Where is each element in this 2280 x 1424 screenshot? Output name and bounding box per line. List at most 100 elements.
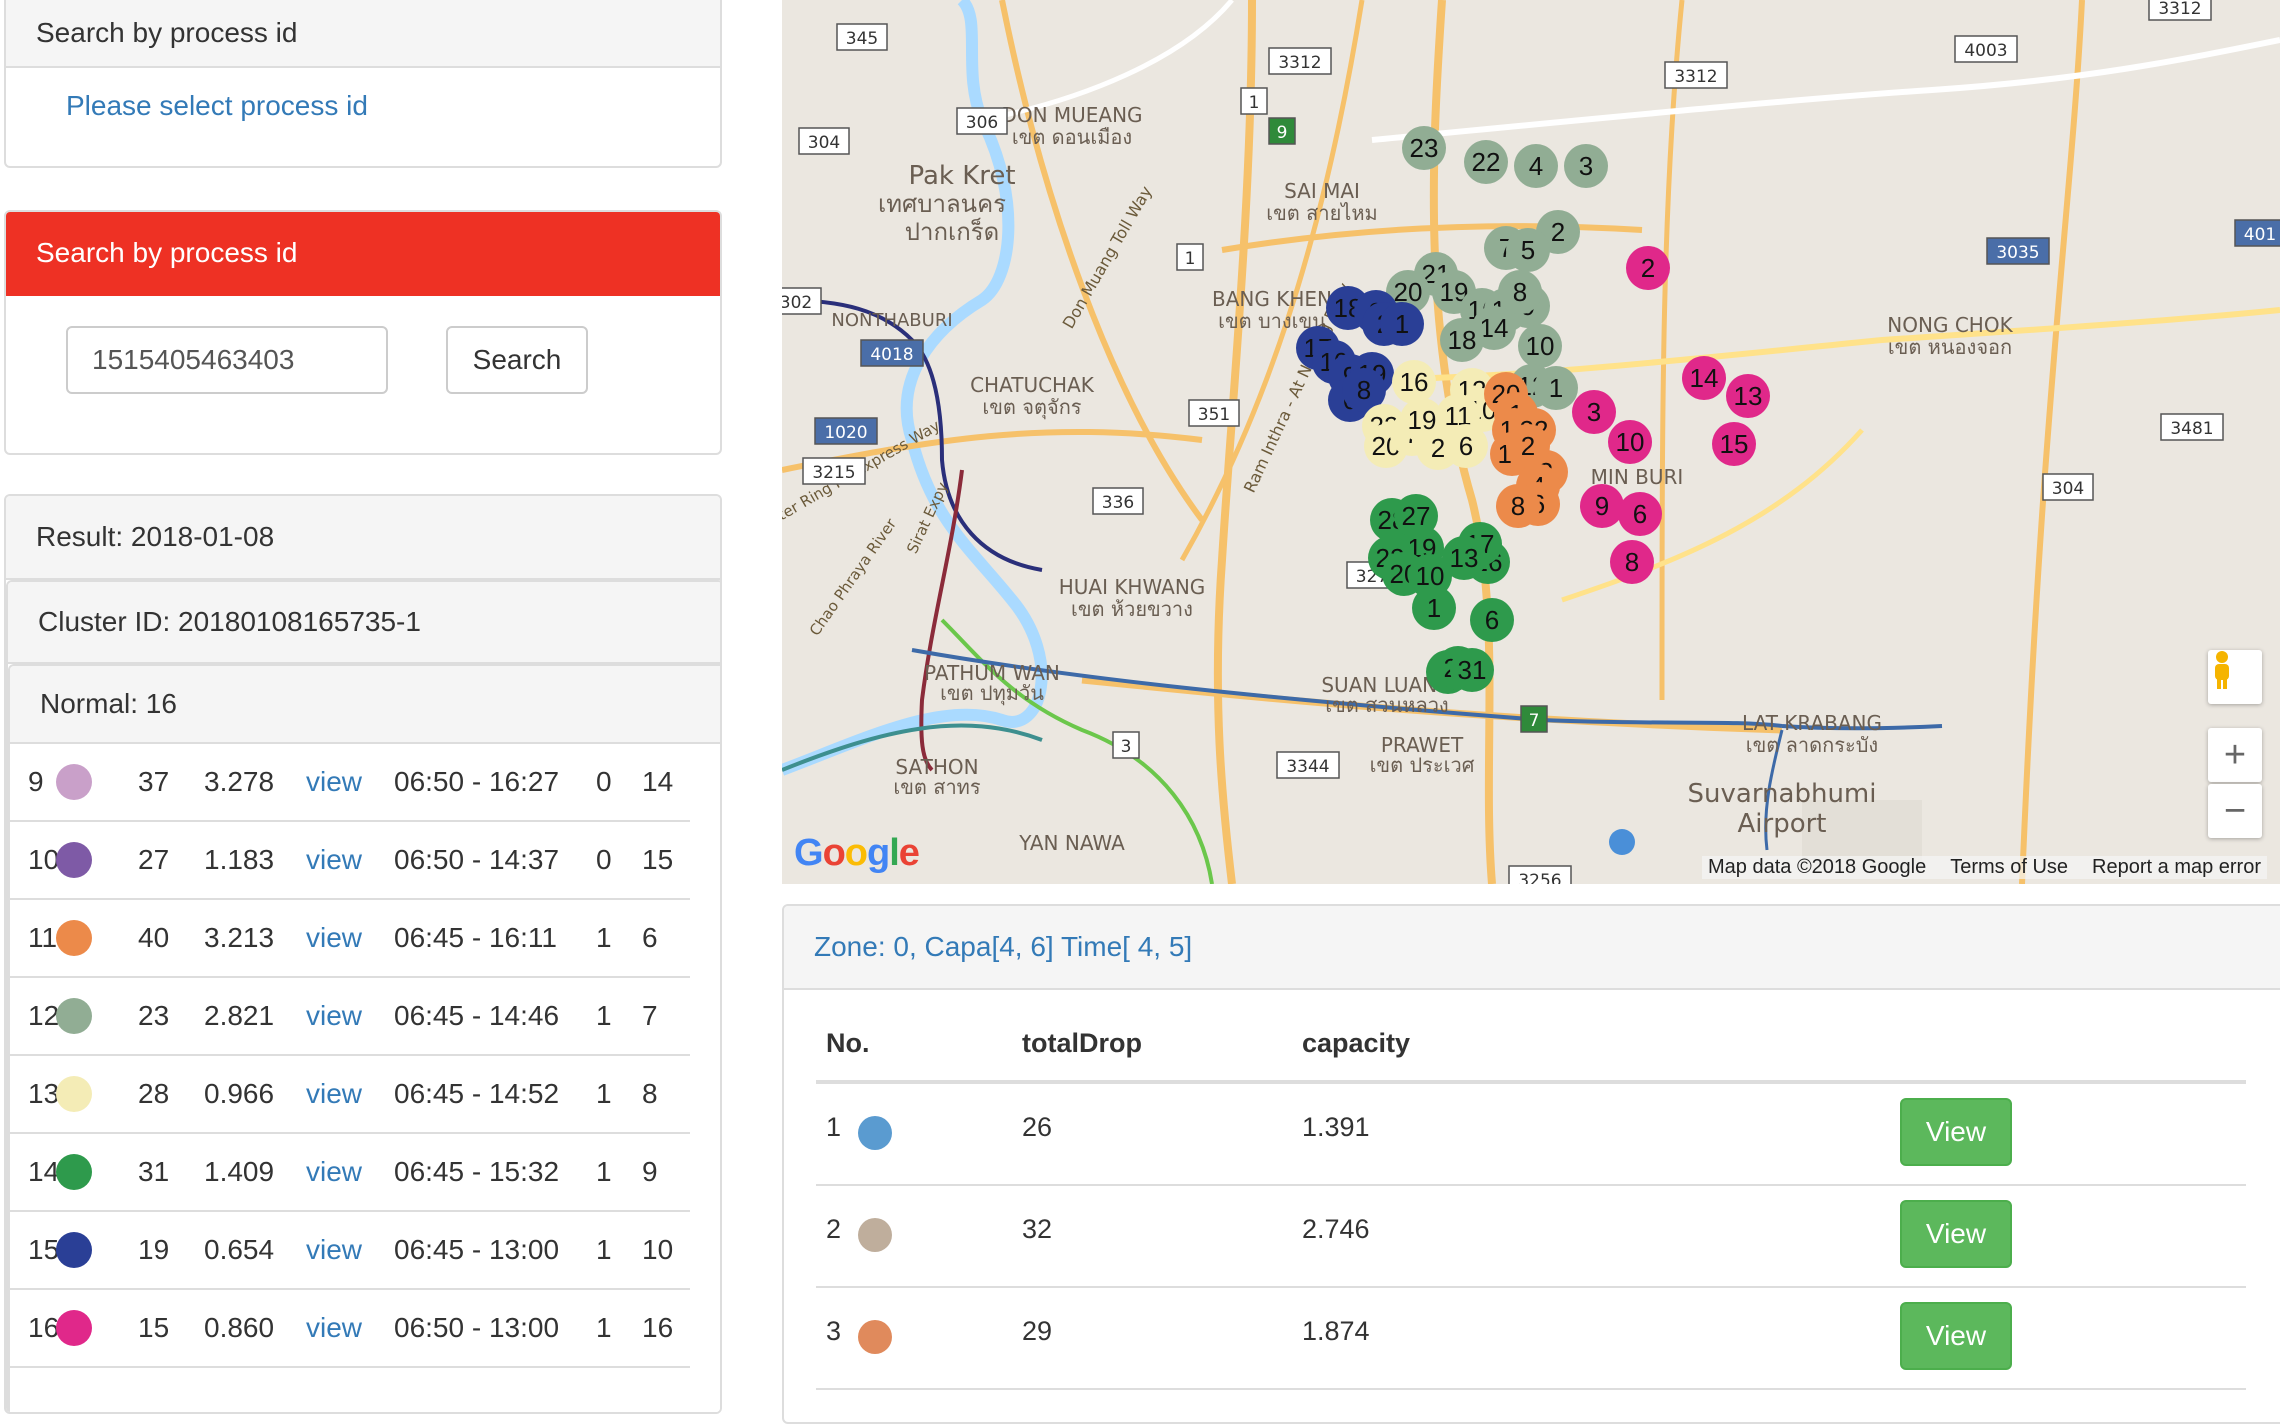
view-button[interactable]: View [1900, 1302, 2012, 1370]
cluster-stop-marker[interactable]: 10 [1608, 420, 1652, 464]
svg-text:3481: 3481 [2170, 419, 2213, 439]
view-link[interactable]: view [306, 1312, 362, 1344]
svg-text:13: 13 [1450, 543, 1479, 573]
cluster-stop-marker[interactable]: 19 [1400, 398, 1444, 442]
svg-text:10: 10 [1616, 427, 1645, 457]
view-link[interactable]: view [306, 766, 362, 798]
cluster-stop-marker[interactable]: 13 [1726, 374, 1770, 418]
row-color-dot [858, 1218, 892, 1252]
route-number: 7 [642, 1000, 658, 1031]
cluster-stop-marker[interactable]: 31 [1450, 648, 1494, 692]
svg-text:1: 1 [1249, 93, 1260, 113]
zoom-in-button[interactable]: + [2208, 728, 2262, 782]
search-button[interactable]: Search [446, 326, 588, 394]
cluster-stop-marker[interactable]: 5 [1506, 228, 1550, 272]
svg-text:401: 401 [2244, 225, 2276, 245]
cluster-stop-marker[interactable]: 8 [1498, 270, 1542, 314]
normal-panel: Normal: 16 9 37 3.278 view 06:50 - 16:27… [8, 664, 720, 1412]
cluster-stop-marker[interactable]: 15 [1712, 422, 1756, 466]
process-search-title: Search by process id [6, 0, 720, 68]
cluster-stop-marker[interactable]: 22 [1464, 140, 1508, 184]
view-link[interactable]: view [306, 1000, 362, 1032]
svg-text:306: 306 [966, 113, 998, 133]
route-drop: 40 [138, 922, 170, 953]
cluster-stop-marker[interactable]: 1 [1380, 302, 1424, 346]
process-id-input[interactable] [66, 326, 388, 394]
cluster-stop-marker[interactable]: 2 [1626, 246, 1670, 290]
cluster-stop-marker[interactable]: 2 [1506, 424, 1550, 468]
road-shield: 3481 [2160, 413, 2224, 441]
route-time: 06:45 - 14:46 [394, 1000, 560, 1031]
route-flag: 1 [596, 1312, 612, 1343]
route-drop: 31 [138, 1156, 170, 1187]
svg-text:8: 8 [1511, 491, 1525, 521]
road-shield: 336 [1092, 487, 1144, 515]
map-canvas[interactable]: DON MUEANGเขต ดอนเมือง Pak Kretเทศบาลนครป… [782, 0, 2280, 884]
view-link[interactable]: view [306, 922, 362, 954]
list-item: 15 19 0.654 view 06:45 - 13:00 1 10 [10, 1212, 690, 1290]
route-capacity: 0.966 [204, 1078, 275, 1109]
map-place-label: CHATUCHAK [970, 373, 1095, 397]
route-capacity: 0.654 [204, 1234, 275, 1265]
zone-table: No. totalDrop capacity 1 26 1.391 View 2… [816, 990, 2246, 1390]
cluster-stop-marker[interactable]: 14 [1682, 356, 1726, 400]
route-id: 12 [28, 1000, 60, 1031]
row-color-dot [858, 1320, 892, 1354]
cluster-stop-marker[interactable]: 6 [1444, 424, 1488, 468]
cluster-stop-marker[interactable]: 3 [1572, 390, 1616, 434]
svg-text:2: 2 [1641, 253, 1655, 283]
row-no: 1 [826, 1112, 842, 1142]
map-place-label: เขต หนองจอก [1888, 335, 2012, 359]
cluster-stop-marker[interactable]: 13 [1442, 536, 1486, 580]
map-place-label: SAI MAI [1284, 179, 1360, 203]
list-item: 13 28 0.966 view 06:45 - 14:52 1 8 [10, 1056, 690, 1134]
cluster-stop-marker[interactable]: 6 [1618, 492, 1662, 536]
cluster-stop-marker[interactable]: 4 [1514, 144, 1558, 188]
report-error-link[interactable]: Report a map error [2092, 856, 2261, 879]
cluster-stop-marker[interactable]: 8 [1496, 484, 1540, 528]
route-id: 14 [28, 1156, 60, 1187]
cluster-stop-marker[interactable]: 8 [1610, 540, 1654, 584]
view-link[interactable]: view [306, 1156, 362, 1188]
svg-text:6: 6 [1459, 431, 1473, 461]
view-link[interactable]: view [306, 844, 362, 876]
map-place-label: เขต ปทุมวัน [940, 681, 1044, 706]
cluster-stop-marker[interactable]: 3 [1564, 144, 1608, 188]
svg-text:4003: 4003 [1964, 41, 2007, 61]
route-capacity: 3.213 [204, 922, 275, 953]
cluster-stop-marker[interactable]: 1 [1412, 586, 1456, 630]
route-drop: 27 [138, 844, 170, 875]
cluster-stop-marker[interactable]: 1 [1534, 366, 1578, 410]
cluster-stop-marker[interactable]: 18 [1440, 318, 1484, 362]
process-search-active-title: Search by process id [6, 212, 720, 296]
list-item: 14 31 1.409 view 06:45 - 15:32 1 9 [10, 1134, 690, 1212]
cluster-title: Cluster ID: 20180108165735-1 [8, 582, 720, 664]
zoom-out-button[interactable]: − [2208, 784, 2262, 838]
map-place-label: เขต ห้วยขวาง [1071, 597, 1193, 621]
svg-text:4018: 4018 [870, 345, 913, 365]
view-button[interactable]: View [1900, 1200, 2012, 1268]
terms-link[interactable]: Terms of Use [1950, 856, 2068, 879]
cluster-stop-marker[interactable]: 10 [1518, 324, 1562, 368]
route-id: 15 [28, 1234, 60, 1265]
route-color-dot [56, 998, 92, 1034]
view-link[interactable]: view [306, 1234, 362, 1266]
list-item: 10 27 1.183 view 06:50 - 14:37 0 15 [10, 822, 690, 900]
map-place-label: เขต สายไหม [1266, 201, 1377, 225]
svg-text:3312: 3312 [1278, 53, 1321, 73]
svg-text:8: 8 [1513, 277, 1527, 307]
svg-text:336: 336 [1102, 493, 1134, 513]
process-search-panel: Search by process id Please select proce… [4, 0, 722, 168]
svg-text:9: 9 [1277, 123, 1288, 143]
view-link[interactable]: view [306, 1078, 362, 1110]
svg-text:3215: 3215 [812, 463, 855, 483]
cluster-stop-marker[interactable]: 16 [1392, 360, 1436, 404]
cluster-stop-marker[interactable]: 23 [1402, 126, 1446, 170]
svg-text:4: 4 [1529, 151, 1543, 181]
route-map[interactable]: DON MUEANG เขต ดอนเมือง Pak Kret เทศบาลนครป… [782, 0, 2280, 884]
cluster-stop-marker[interactable]: 9 [1580, 484, 1624, 528]
view-button[interactable]: View [1900, 1098, 2012, 1166]
cluster-stop-marker[interactable]: 6 [1470, 598, 1514, 642]
select-process-link[interactable]: Please select process id [66, 90, 368, 122]
street-view-pegman-icon[interactable] [2208, 650, 2262, 704]
